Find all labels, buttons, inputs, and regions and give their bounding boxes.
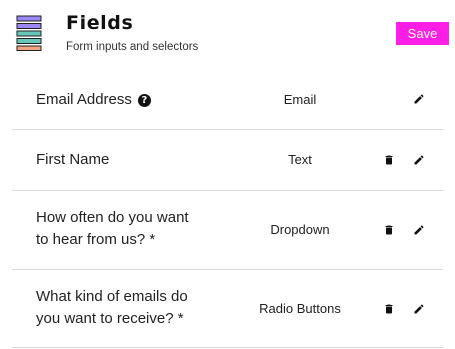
form-list-logo-icon [16,15,44,51]
field-label-line: to hear from us? * [36,231,156,248]
help-circle-icon[interactable]: ? [137,94,151,107]
field-label-text: Email Address [36,91,132,108]
field-label: Email Address? [36,89,151,111]
save-button[interactable]: Save [396,22,449,45]
pencil-icon[interactable] [413,93,425,105]
pencil-icon[interactable] [413,154,425,166]
pencil-icon[interactable] [413,303,425,315]
page-subtitle: Form inputs and selectors [66,41,199,53]
field-type: Radio Buttons [259,301,341,316]
field-type: Dropdown [270,222,330,237]
field-row-first-name: First Name Text [12,130,443,191]
page-header: Fields Form inputs and selectors Save [0,0,455,70]
pencil-icon[interactable] [413,224,425,236]
field-type: Email [283,92,317,107]
field-type: Text [288,152,312,167]
field-label: How often do you want to hear from us? * [36,207,189,251]
field-row-email-kind: What kind of emails do you want to recei… [12,270,443,348]
field-row-email-address: Email Address? Email [12,70,443,130]
field-label: What kind of emails do you want to recei… [36,286,188,330]
field-label-line: What kind of emails do [36,288,188,305]
trash-icon[interactable] [383,224,395,236]
field-label-line: you want to receive? * [36,310,184,327]
field-label-line: How often do you want [36,209,189,226]
trash-icon[interactable] [383,303,395,315]
page-title: Fields [66,12,134,34]
field-label: First Name [36,151,110,168]
trash-icon[interactable] [383,154,395,166]
field-row-frequency: How often do you want to hear from us? *… [12,191,443,270]
